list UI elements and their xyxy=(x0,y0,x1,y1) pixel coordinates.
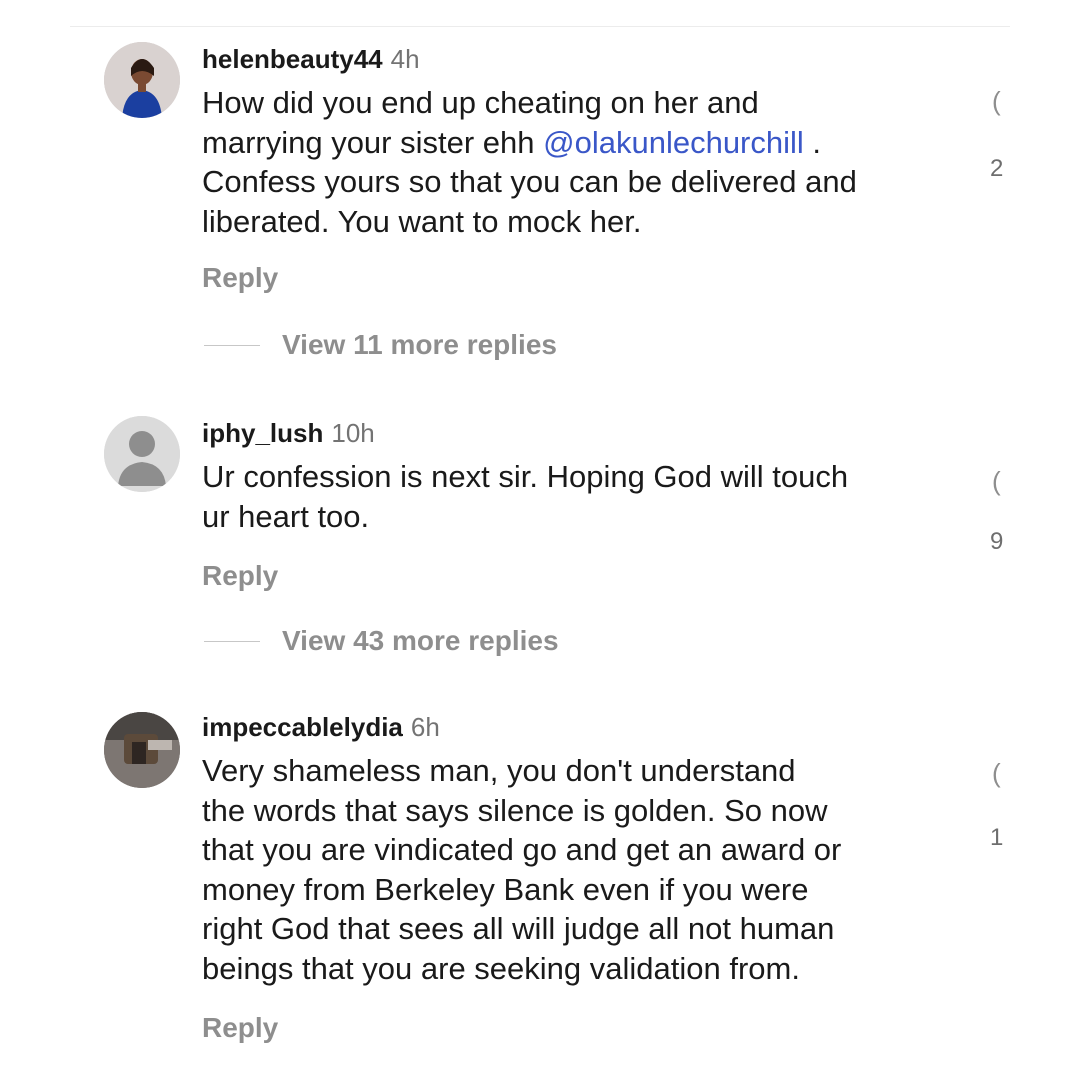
view-replies-button[interactable]: View 11 more replies xyxy=(204,329,557,360)
username[interactable]: iphy_lush xyxy=(202,418,323,448)
top-divider xyxy=(70,26,1010,27)
avatar-photo xyxy=(104,712,180,788)
username[interactable]: helenbeauty44 xyxy=(202,44,383,74)
comment-header: impeccablelydia 6h xyxy=(202,712,962,742)
comment-text: Very shameless man, you don't understand… xyxy=(202,753,842,986)
replies-divider xyxy=(204,344,260,346)
reply-button[interactable]: Reply xyxy=(202,560,278,592)
timestamp: 6h xyxy=(410,712,440,742)
avatar[interactable] xyxy=(104,416,180,492)
replies-divider xyxy=(204,640,260,642)
view-replies-label: View 43 more replies xyxy=(282,625,559,656)
view-replies-button[interactable]: View 43 more replies xyxy=(204,625,559,656)
view-replies-label: View 11 more replies xyxy=(282,329,557,360)
reply-button[interactable]: Reply xyxy=(202,1012,278,1044)
avatar-photo xyxy=(104,42,180,118)
avatar[interactable] xyxy=(104,712,180,788)
timestamp: 10h xyxy=(331,418,375,448)
comment-text: Ur confession is next sir. Hoping God wi… xyxy=(202,459,849,534)
comment-header: iphy_lush 10h xyxy=(202,418,962,448)
username[interactable]: impeccablelydia xyxy=(202,712,403,742)
mention-link[interactable]: @olakunlechurchill xyxy=(543,125,804,160)
default-avatar-icon xyxy=(104,416,180,492)
avatar[interactable] xyxy=(104,42,180,118)
comment-text: How did you end up cheating on her and m… xyxy=(202,83,962,241)
timestamp: 4h xyxy=(390,44,420,74)
like-count: 1 xyxy=(990,824,1004,851)
comment-header: helenbeauty44 4h xyxy=(202,44,962,74)
heart-icon[interactable]: ( xyxy=(992,86,1001,117)
reply-button[interactable]: Reply xyxy=(202,262,278,294)
heart-icon[interactable]: ( xyxy=(992,466,1001,497)
heart-icon[interactable]: ( xyxy=(992,758,1001,789)
like-count: 2 xyxy=(990,155,1004,182)
like-count: 9 xyxy=(990,528,1004,555)
